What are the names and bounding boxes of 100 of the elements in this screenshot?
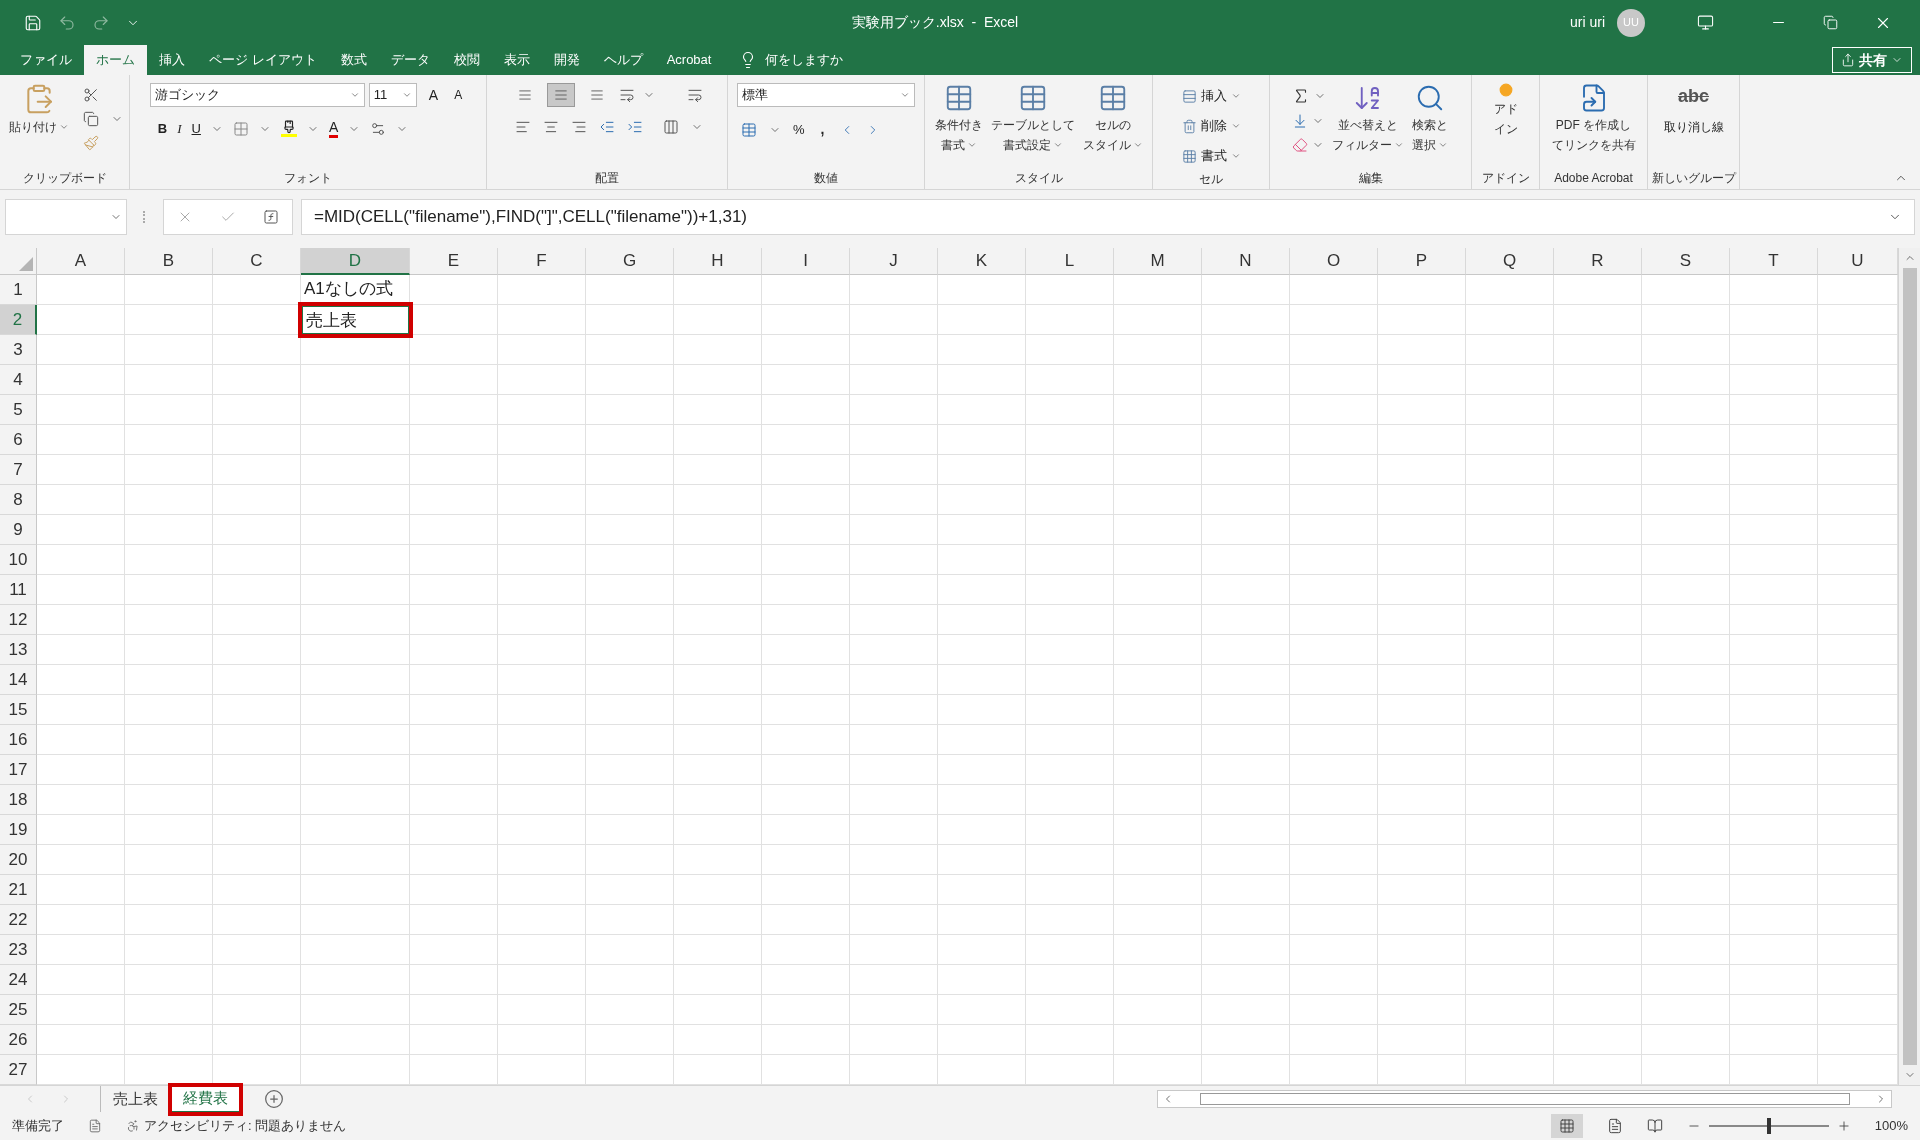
ribbon-tab[interactable]: Acrobat bbox=[654, 45, 724, 75]
row-header[interactable]: 25 bbox=[0, 995, 37, 1025]
zoom-slider[interactable] bbox=[1708, 1117, 1829, 1135]
page-layout-icon[interactable] bbox=[1606, 1118, 1623, 1134]
scrollbar-thumb[interactable] bbox=[1902, 268, 1917, 1065]
column-header[interactable]: P bbox=[1378, 248, 1466, 275]
column-header[interactable]: S bbox=[1642, 248, 1730, 275]
column-header[interactable]: A bbox=[37, 248, 125, 275]
row-header[interactable]: 5 bbox=[0, 395, 37, 425]
zoom-level[interactable]: 100% bbox=[1874, 1116, 1908, 1136]
save-icon[interactable] bbox=[24, 13, 42, 32]
zoom-thumb[interactable] bbox=[1766, 1118, 1771, 1134]
ribbon-tab[interactable]: 表示 bbox=[491, 45, 542, 75]
row-header[interactable]: 13 bbox=[0, 635, 37, 665]
row-header[interactable]: 4 bbox=[0, 365, 37, 395]
wrap-text-icon[interactable] bbox=[687, 87, 703, 103]
select-all-button[interactable] bbox=[0, 248, 37, 275]
caret-icon[interactable] bbox=[58, 122, 69, 132]
ribbon-tab[interactable]: ページ レイアウト bbox=[197, 45, 329, 75]
column-header[interactable]: Q bbox=[1466, 248, 1554, 275]
column-header[interactable]: H bbox=[674, 248, 762, 275]
row-header[interactable]: 1 bbox=[0, 275, 37, 305]
row-header[interactable]: 10 bbox=[0, 545, 37, 575]
row-header[interactable]: 7 bbox=[0, 455, 37, 485]
row-header[interactable]: 14 bbox=[0, 665, 37, 695]
row-header[interactable]: 17 bbox=[0, 755, 37, 785]
column-header[interactable]: C bbox=[213, 248, 301, 275]
name-box[interactable] bbox=[5, 199, 127, 235]
dot-icon[interactable] bbox=[1498, 83, 1513, 97]
ribbon-button[interactable]: 並べ替えと フィルター bbox=[1329, 83, 1406, 153]
font-color-button[interactable]: A bbox=[328, 119, 339, 138]
vertical-align-button[interactable] bbox=[547, 83, 575, 107]
ribbon-button[interactable]: 条件付き 書式 bbox=[932, 83, 985, 153]
row-header[interactable]: 23 bbox=[0, 935, 37, 965]
italic-button[interactable]: I bbox=[177, 119, 182, 139]
cell-button[interactable]: 削除 bbox=[1181, 113, 1241, 139]
shrink-font-button[interactable]: A bbox=[450, 86, 467, 104]
eraser-icon[interactable] bbox=[1291, 137, 1308, 153]
caret-icon[interactable] bbox=[1437, 140, 1448, 150]
column-header[interactable]: I bbox=[762, 248, 850, 275]
row-header[interactable]: 8 bbox=[0, 485, 37, 515]
ribbon-tab[interactable]: 挿入 bbox=[147, 45, 197, 75]
column-header[interactable]: U bbox=[1818, 248, 1898, 275]
ribbon-button[interactable]: セルの スタイル bbox=[1080, 83, 1145, 153]
redo-icon[interactable] bbox=[92, 13, 110, 32]
share-icon[interactable] bbox=[1841, 53, 1855, 67]
row-header[interactable]: 12 bbox=[0, 605, 37, 635]
row-header[interactable]: 26 bbox=[0, 1025, 37, 1055]
column-header[interactable]: R bbox=[1554, 248, 1642, 275]
column-header[interactable]: E bbox=[410, 248, 498, 275]
ribbon-button[interactable]: 貼り付け bbox=[6, 83, 71, 135]
row-header[interactable]: 9 bbox=[0, 515, 37, 545]
undo-icon[interactable] bbox=[58, 13, 76, 32]
row-header[interactable]: 19 bbox=[0, 815, 37, 845]
column-header[interactable]: O bbox=[1290, 248, 1378, 275]
grid-cell[interactable]: A1なしの式 bbox=[301, 275, 410, 305]
row-header[interactable]: 6 bbox=[0, 425, 37, 455]
ribbon-tab[interactable]: 数式 bbox=[328, 45, 379, 75]
column-header[interactable]: B bbox=[125, 248, 213, 275]
row-header[interactable]: 2 bbox=[0, 305, 37, 335]
row-header[interactable]: 20 bbox=[0, 845, 37, 875]
column-header[interactable]: T bbox=[1730, 248, 1818, 275]
row-header[interactable]: 21 bbox=[0, 875, 37, 905]
ribbon-tab[interactable]: データ bbox=[378, 45, 442, 75]
caret-icon[interactable] bbox=[1230, 151, 1241, 161]
decrease-indent-icon[interactable] bbox=[599, 119, 615, 135]
align-left-icon[interactable] bbox=[515, 119, 531, 135]
column-header[interactable]: L bbox=[1026, 248, 1114, 275]
grow-font-button[interactable]: A bbox=[420, 84, 447, 106]
row-header[interactable]: 27 bbox=[0, 1055, 37, 1085]
splitter-handle[interactable] bbox=[143, 211, 147, 223]
row-header[interactable]: 24 bbox=[0, 965, 37, 995]
caret-icon[interactable] bbox=[1230, 121, 1241, 131]
ribbon-tab[interactable]: ホーム bbox=[84, 45, 147, 75]
column-header[interactable]: K bbox=[938, 248, 1026, 275]
horizontal-scrollbar[interactable] bbox=[1157, 1090, 1892, 1108]
number-format-dropdown[interactable]: 標準 bbox=[737, 83, 915, 107]
lines-icon[interactable] bbox=[554, 88, 568, 102]
caret-icon[interactable] bbox=[1052, 140, 1063, 150]
column-header[interactable]: J bbox=[850, 248, 938, 275]
caret-icon[interactable] bbox=[349, 90, 360, 100]
restore-icon[interactable] bbox=[1823, 15, 1838, 30]
share-button[interactable]: 共有 bbox=[1832, 47, 1912, 73]
formula-field[interactable]: =MID(CELL("filename"),FIND("]",CELL("filename"))+1,31) bbox=[301, 199, 1915, 235]
caret-icon[interactable] bbox=[401, 90, 412, 100]
column-header[interactable]: F bbox=[498, 248, 586, 275]
percent-button[interactable]: % bbox=[793, 119, 805, 140]
ribbon-button[interactable]: 検索と 選択 bbox=[1409, 83, 1450, 153]
column-header[interactable]: D bbox=[301, 248, 410, 275]
underline-button[interactable]: U bbox=[191, 119, 201, 139]
new-sheet-icon[interactable] bbox=[264, 1089, 284, 1109]
caret-icon[interactable] bbox=[1230, 91, 1241, 101]
cut-icon[interactable] bbox=[82, 87, 99, 103]
ribbon-tab[interactable]: ファイル bbox=[8, 45, 84, 75]
align-right-icon[interactable] bbox=[571, 119, 587, 135]
accessibility-status[interactable]: アクセシビリティ: 問題ありません bbox=[144, 1116, 347, 1136]
caret-icon[interactable] bbox=[966, 140, 977, 150]
ribbon-tab[interactable]: 校閲 bbox=[441, 45, 492, 75]
ribbon-button[interactable]: PDF を作成し てリンクを共有 bbox=[1549, 83, 1638, 153]
row-header[interactable]: 18 bbox=[0, 785, 37, 815]
